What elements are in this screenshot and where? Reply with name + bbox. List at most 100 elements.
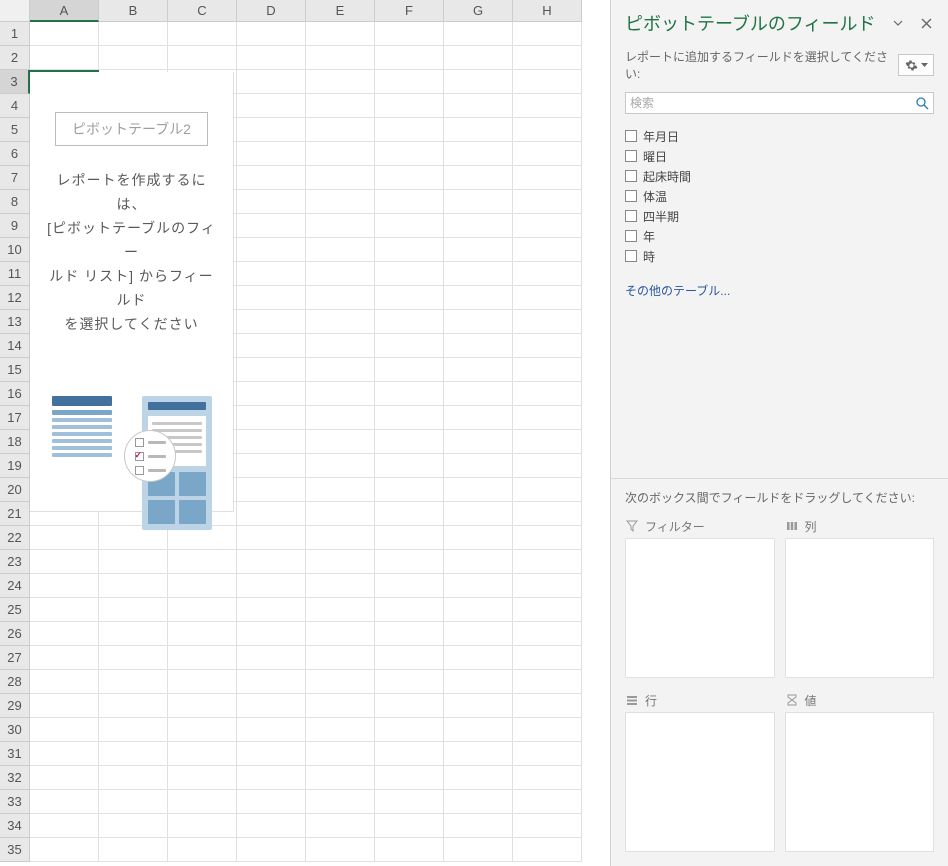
row-header[interactable]: 17 — [0, 406, 30, 430]
cell[interactable] — [513, 598, 582, 622]
cell[interactable] — [168, 46, 237, 70]
cell[interactable] — [237, 838, 306, 862]
row-header[interactable]: 4 — [0, 94, 30, 118]
cell[interactable] — [375, 382, 444, 406]
cell[interactable] — [30, 694, 99, 718]
cell[interactable] — [444, 358, 513, 382]
filter-drop-body[interactable] — [625, 538, 775, 678]
row-header[interactable]: 20 — [0, 478, 30, 502]
cell[interactable] — [375, 454, 444, 478]
cell[interactable] — [513, 718, 582, 742]
cell[interactable] — [99, 790, 168, 814]
search-input[interactable] — [630, 96, 916, 110]
row-header[interactable]: 26 — [0, 622, 30, 646]
cell[interactable] — [513, 622, 582, 646]
cell[interactable] — [168, 790, 237, 814]
cell[interactable] — [444, 742, 513, 766]
row-header[interactable]: 9 — [0, 214, 30, 238]
cell[interactable] — [444, 454, 513, 478]
cell[interactable] — [237, 478, 306, 502]
cell[interactable] — [30, 838, 99, 862]
checkbox-icon[interactable] — [625, 130, 637, 142]
cell[interactable] — [375, 406, 444, 430]
cell[interactable] — [513, 166, 582, 190]
columns-drop-zone[interactable]: 列 — [785, 514, 935, 678]
field-item[interactable]: 体温 — [625, 186, 934, 206]
cell[interactable] — [306, 70, 375, 94]
field-search-box[interactable] — [625, 92, 934, 114]
cell[interactable] — [237, 118, 306, 142]
cell[interactable] — [168, 814, 237, 838]
row-header[interactable]: 13 — [0, 310, 30, 334]
cell[interactable] — [444, 718, 513, 742]
cell[interactable] — [444, 166, 513, 190]
cell[interactable] — [237, 46, 306, 70]
cell[interactable] — [444, 622, 513, 646]
cell[interactable] — [375, 358, 444, 382]
cell[interactable] — [306, 166, 375, 190]
cell[interactable] — [306, 262, 375, 286]
row-header[interactable]: 2 — [0, 46, 30, 70]
cell[interactable] — [375, 214, 444, 238]
cell[interactable] — [237, 382, 306, 406]
cell[interactable] — [513, 814, 582, 838]
cell[interactable] — [444, 310, 513, 334]
cell[interactable] — [375, 430, 444, 454]
cell[interactable] — [99, 766, 168, 790]
cell[interactable] — [513, 118, 582, 142]
row-header[interactable]: 18 — [0, 430, 30, 454]
row-header[interactable]: 24 — [0, 574, 30, 598]
cell[interactable] — [306, 22, 375, 46]
cell[interactable] — [375, 310, 444, 334]
column-header[interactable]: G — [444, 0, 513, 22]
cell[interactable] — [99, 622, 168, 646]
row-header[interactable]: 15 — [0, 358, 30, 382]
cell[interactable] — [513, 142, 582, 166]
row-header[interactable]: 28 — [0, 670, 30, 694]
cell[interactable] — [444, 502, 513, 526]
cell[interactable] — [306, 286, 375, 310]
cell[interactable] — [30, 718, 99, 742]
cell[interactable] — [306, 646, 375, 670]
cell[interactable] — [30, 46, 99, 70]
cell[interactable] — [237, 598, 306, 622]
cell[interactable] — [375, 94, 444, 118]
cell[interactable] — [306, 574, 375, 598]
cell[interactable] — [237, 502, 306, 526]
row-header[interactable]: 35 — [0, 838, 30, 862]
cell[interactable] — [168, 622, 237, 646]
rows-drop-body[interactable] — [625, 712, 775, 852]
cell[interactable] — [99, 742, 168, 766]
cell[interactable] — [375, 262, 444, 286]
cell[interactable] — [375, 22, 444, 46]
cell[interactable] — [99, 22, 168, 46]
cell[interactable] — [237, 718, 306, 742]
checkbox-icon[interactable] — [625, 170, 637, 182]
cell[interactable] — [444, 646, 513, 670]
cell[interactable] — [444, 142, 513, 166]
cell[interactable] — [306, 190, 375, 214]
cell[interactable] — [513, 526, 582, 550]
cell[interactable] — [513, 670, 582, 694]
cell[interactable] — [30, 790, 99, 814]
field-item[interactable]: 曜日 — [625, 146, 934, 166]
row-header[interactable]: 7 — [0, 166, 30, 190]
cell[interactable] — [237, 286, 306, 310]
cell[interactable] — [375, 646, 444, 670]
cell[interactable] — [30, 646, 99, 670]
field-item[interactable]: 四半期 — [625, 206, 934, 226]
cell[interactable] — [444, 46, 513, 70]
cell[interactable] — [444, 118, 513, 142]
cell[interactable] — [513, 22, 582, 46]
cell[interactable] — [444, 574, 513, 598]
cell[interactable] — [375, 766, 444, 790]
cell[interactable] — [306, 334, 375, 358]
cell[interactable] — [237, 70, 306, 94]
cell[interactable] — [306, 766, 375, 790]
cell[interactable] — [375, 334, 444, 358]
cell[interactable] — [99, 670, 168, 694]
cell[interactable] — [30, 574, 99, 598]
cell[interactable] — [237, 814, 306, 838]
cell[interactable] — [306, 118, 375, 142]
cell[interactable] — [168, 742, 237, 766]
